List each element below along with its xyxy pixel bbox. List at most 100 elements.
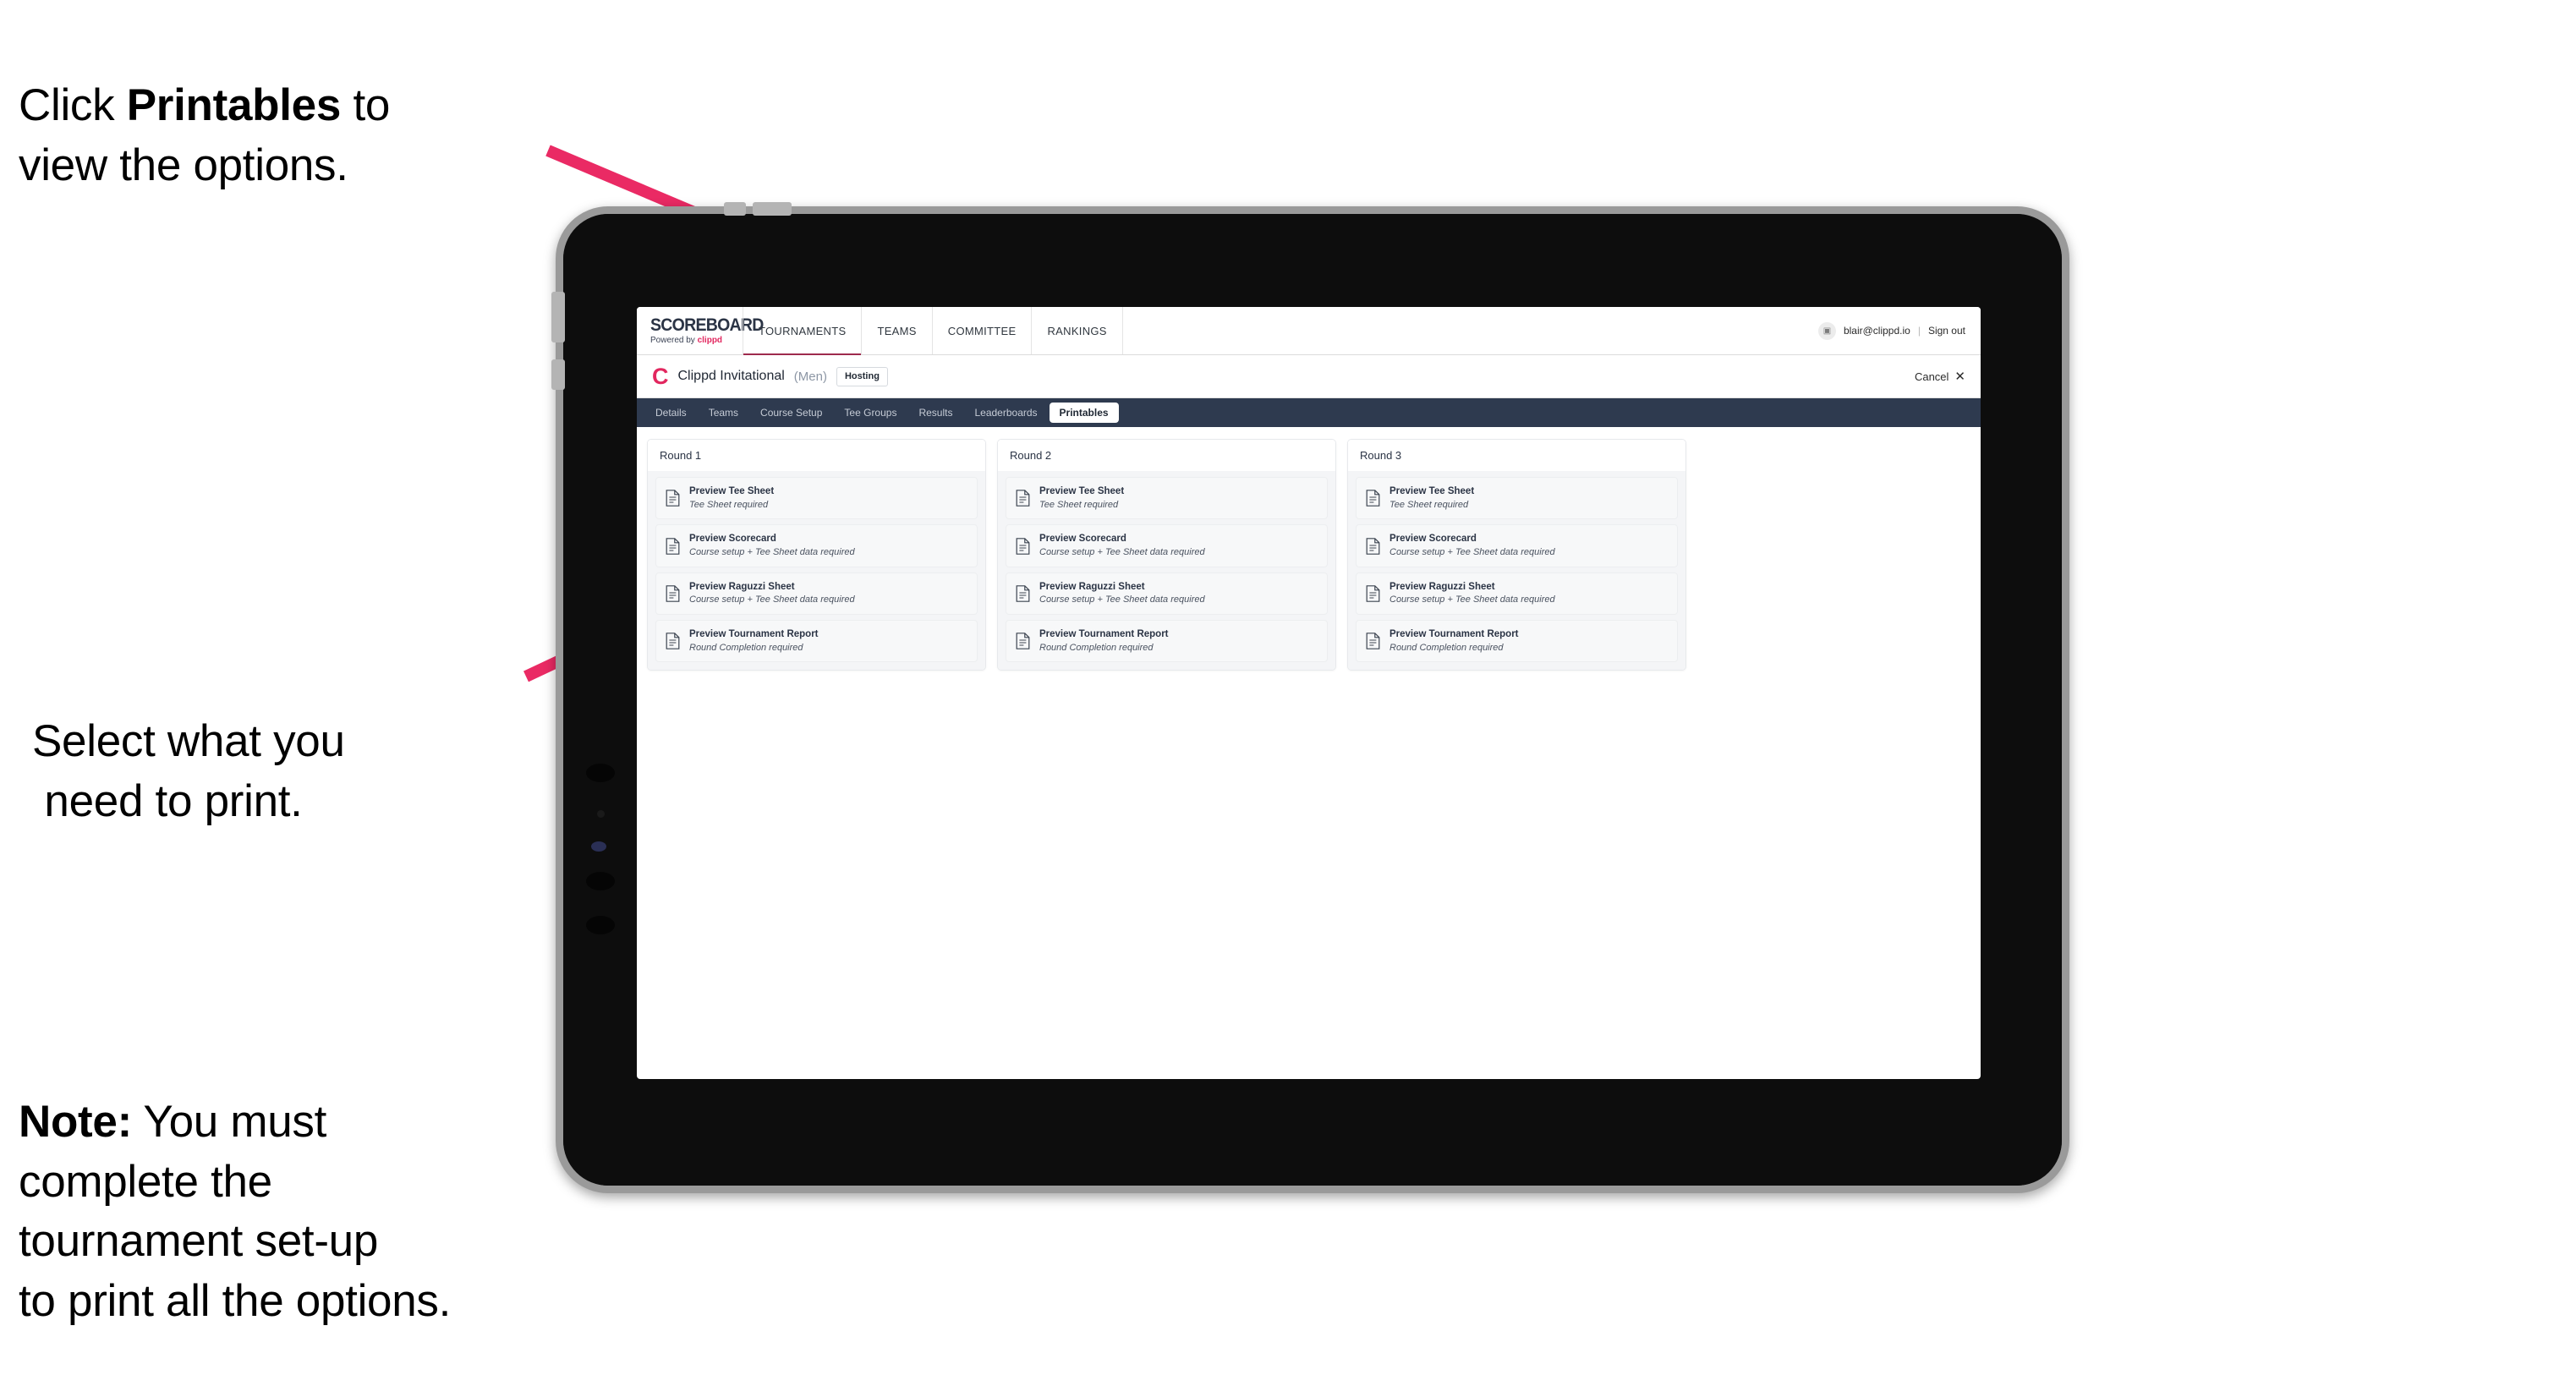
global-header: SCOREBOARD Powered by clippd TOURNAMENTS… (637, 307, 1981, 355)
printable-title: Preview Scorecard (689, 534, 776, 545)
printable-title: Preview Raguzzi Sheet (1039, 581, 1145, 592)
account-separator: | (1917, 325, 1921, 337)
round-title: Round 2 (998, 440, 1335, 471)
printable-subtitle: Course setup + Tee Sheet data required (689, 546, 855, 557)
tab-results[interactable]: Results (908, 403, 962, 423)
document-icon (1016, 490, 1030, 507)
tab-printables[interactable]: Printables (1049, 403, 1119, 423)
printable-item-scorecard[interactable]: Preview Scorecard Course setup + Tee She… (1356, 524, 1678, 567)
tournament-name: Clippd Invitational (677, 369, 785, 383)
document-icon (666, 490, 680, 507)
scoreboard-logo[interactable]: SCOREBOARD Powered by clippd (637, 307, 764, 354)
sign-out-link[interactable]: Sign out (1928, 325, 1965, 337)
printable-item-raguzzi-sheet[interactable]: Preview Raguzzi Sheet Course setup + Tee… (1356, 572, 1678, 616)
printable-item-tournament-report[interactable]: Preview Tournament Report Round Completi… (1006, 620, 1328, 663)
annotation-click-printables: Click Printables to view the options. (19, 17, 560, 195)
round-items: Preview Tee Sheet Tee Sheet required Pre… (1348, 471, 1685, 671)
printable-subtitle: Course setup + Tee Sheet data required (1039, 546, 1205, 557)
document-icon (1366, 537, 1380, 555)
account-email: blair@clippd.io (1843, 325, 1910, 337)
tab-teams[interactable]: Teams (699, 403, 748, 423)
printable-item-raguzzi-sheet[interactable]: Preview Raguzzi Sheet Course setup + Tee… (655, 572, 978, 616)
app-screen: SCOREBOARD Powered by clippd TOURNAMENTS… (637, 307, 1981, 1079)
printable-item-tee-sheet[interactable]: Preview Tee Sheet Tee Sheet required (655, 477, 978, 520)
document-icon (1016, 633, 1030, 650)
printable-subtitle: Course setup + Tee Sheet data required (1389, 546, 1555, 557)
tablet-speaker-hole-mid (586, 872, 615, 890)
printable-subtitle: Course setup + Tee Sheet data required (689, 594, 855, 605)
printable-title: Preview Scorecard (1039, 534, 1126, 545)
document-icon (1366, 633, 1380, 650)
document-icon (666, 633, 680, 650)
printable-title: Preview Tournament Report (1389, 629, 1519, 640)
brand-title: SCOREBOARD (650, 315, 764, 335)
printable-item-scorecard[interactable]: Preview Scorecard Course setup + Tee She… (655, 524, 978, 567)
printable-title: Preview Tournament Report (1039, 629, 1169, 640)
printable-item-scorecard[interactable]: Preview Scorecard Course setup + Tee She… (1006, 524, 1328, 567)
nav-item-teams[interactable]: TEAMS (861, 307, 933, 354)
status-badge: Hosting (836, 366, 888, 386)
tablet-side-button[interactable] (551, 359, 565, 390)
round-title: Round 3 (1348, 440, 1685, 471)
document-icon (1016, 585, 1030, 602)
tournament-gender: (Men) (793, 369, 827, 384)
printable-item-tee-sheet[interactable]: Preview Tee Sheet Tee Sheet required (1356, 477, 1678, 520)
round-title: Round 1 (648, 440, 985, 471)
brand-subtitle: Powered by clippd (650, 337, 743, 345)
tablet-volume-down-button[interactable] (753, 202, 792, 216)
printable-title: Preview Tee Sheet (1389, 486, 1475, 496)
round-card: Round 1 Preview Tee Sheet Tee Sheet requ… (647, 439, 986, 671)
tablet-volume-up-button[interactable] (724, 202, 746, 216)
document-icon (666, 537, 680, 555)
document-icon (666, 585, 680, 602)
document-icon (1016, 537, 1030, 555)
annotation-text-1: Click Printables to view the options. (19, 80, 391, 190)
document-icon (1366, 490, 1380, 507)
printable-title: Preview Raguzzi Sheet (1389, 581, 1495, 592)
nav-item-committee[interactable]: COMMITTEE (931, 307, 1033, 354)
cancel-button[interactable]: Cancel ✕ (1915, 369, 1965, 384)
printable-title: Preview Scorecard (1389, 534, 1477, 545)
printable-title: Preview Tournament Report (689, 629, 819, 640)
brand-powered-prefix: Powered by (650, 336, 698, 345)
primary-nav: TOURNAMENTS TEAMS COMMITTEE RANKINGS (743, 307, 1123, 355)
tournament-tab-bar: Details Teams Course Setup Tee Groups Re… (637, 398, 1981, 427)
printable-title: Preview Tee Sheet (1039, 486, 1125, 496)
avatar[interactable]: ▣ (1817, 321, 1836, 340)
tab-tee-groups[interactable]: Tee Groups (834, 403, 907, 423)
printable-title: Preview Raguzzi Sheet (689, 581, 795, 592)
printable-item-tournament-report[interactable]: Preview Tournament Report Round Completi… (655, 620, 978, 663)
printable-item-tournament-report[interactable]: Preview Tournament Report Round Completi… (1356, 620, 1678, 663)
annotation-text-2: Select what you need to print. (32, 716, 345, 826)
tab-course-setup[interactable]: Course Setup (750, 403, 832, 423)
printable-subtitle: Tee Sheet required (1389, 499, 1469, 510)
printable-item-tee-sheet[interactable]: Preview Tee Sheet Tee Sheet required (1006, 477, 1328, 520)
tablet-speaker-hole-bottom (586, 916, 615, 934)
close-icon: ✕ (1954, 370, 1965, 384)
round-items: Preview Tee Sheet Tee Sheet required Pre… (998, 471, 1335, 671)
round-card: Round 3 Preview Tee Sheet Tee Sheet requ… (1347, 439, 1686, 671)
printable-title: Preview Tee Sheet (689, 486, 775, 496)
nav-item-tournaments[interactable]: TOURNAMENTS (743, 307, 863, 355)
tablet-power-button[interactable] (551, 292, 565, 342)
nav-item-rankings[interactable]: RANKINGS (1031, 307, 1123, 354)
annotation-select-to-print: Select what you need to print. (32, 653, 556, 831)
printable-subtitle: Tee Sheet required (689, 499, 769, 510)
printable-subtitle: Course setup + Tee Sheet data required (1389, 594, 1555, 605)
printable-subtitle: Round Completion required (1389, 642, 1504, 653)
round-card: Round 2 Preview Tee Sheet Tee Sheet requ… (997, 439, 1336, 671)
annotation-text-3: Note: You must complete the tournament set… (19, 1097, 452, 1326)
round-items: Preview Tee Sheet Tee Sheet required Pre… (648, 471, 985, 671)
cancel-label: Cancel (1914, 370, 1949, 383)
tab-leaderboards[interactable]: Leaderboards (964, 403, 1047, 423)
brand-clippd-name: clippd (697, 336, 723, 345)
tournament-header: C Clippd Invitational (Men) Hosting Canc… (637, 355, 1981, 398)
printables-content: Round 1 Preview Tee Sheet Tee Sheet requ… (637, 427, 1981, 683)
document-icon (1366, 585, 1380, 602)
printable-subtitle: Tee Sheet required (1039, 499, 1119, 510)
printable-item-raguzzi-sheet[interactable]: Preview Raguzzi Sheet Course setup + Tee… (1006, 572, 1328, 616)
tab-details[interactable]: Details (645, 403, 697, 423)
printable-subtitle: Round Completion required (1039, 642, 1154, 653)
tablet-camera-lens (591, 841, 606, 852)
account-area: ▣ blair@clippd.io | Sign out (1817, 307, 1981, 354)
